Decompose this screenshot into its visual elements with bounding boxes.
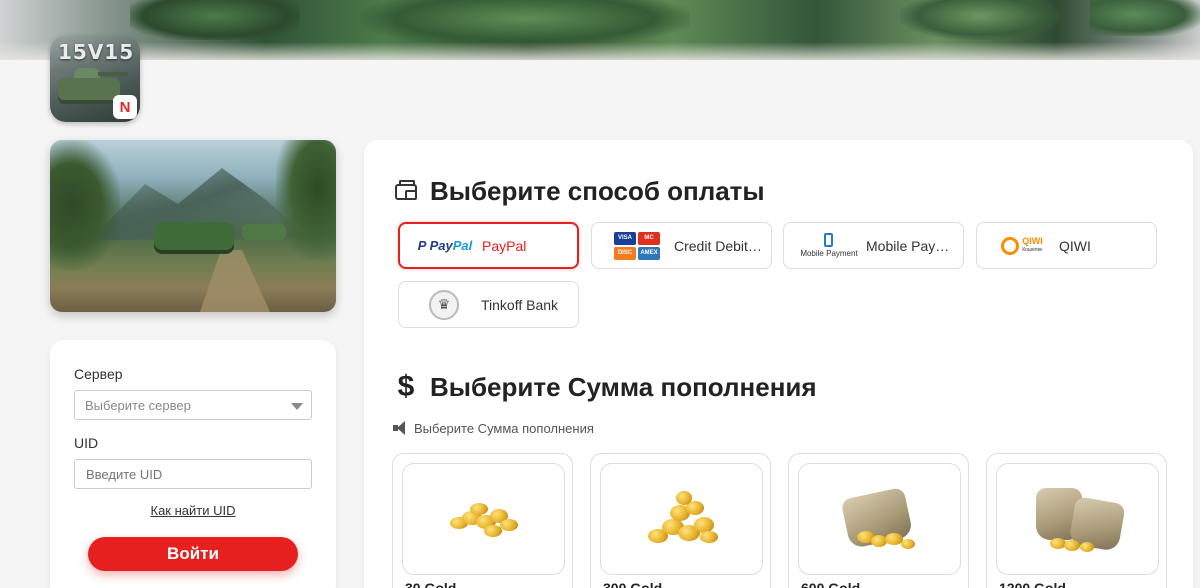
mobile-payment-logo: Mobile Payment	[800, 233, 858, 258]
gold-coins-icon	[642, 489, 722, 549]
gold-bags-image	[996, 463, 1159, 575]
game-app-icon[interactable]: 15V15 N	[50, 36, 140, 122]
server-select[interactable]: Выберите сервер	[74, 390, 312, 420]
amount-option-300[interactable]: 300 Gold	[590, 453, 771, 588]
amount-option-600[interactable]: 600 Gold	[788, 453, 969, 588]
gold-image	[600, 463, 763, 575]
amount-heading: $ Выберите Сумма пополнения	[392, 370, 817, 404]
payment-option-label: Mobile Pay…	[866, 237, 950, 254]
publisher-logo: N	[113, 95, 137, 119]
amount-label: 30 Gold	[405, 580, 457, 588]
amount-label: 300 Gold	[603, 580, 663, 588]
game-cover-image	[50, 140, 336, 312]
payment-option-credit-debit[interactable]: VISA MC DISC AMEX Credit Debit…	[591, 222, 772, 269]
gold-coins-icon	[446, 499, 522, 539]
phone-icon	[824, 233, 834, 247]
banner-tank	[360, 0, 690, 46]
amount-title: Выберите Сумма пополнения	[430, 371, 817, 402]
speaker-icon	[392, 420, 410, 436]
gold-bag-image	[798, 463, 961, 575]
login-button[interactable]: Войти	[88, 537, 298, 571]
payment-option-label: PayPal	[482, 237, 527, 254]
tinkoff-logo: ♛	[429, 289, 459, 320]
chevron-down-icon	[291, 403, 303, 410]
wallet-icon	[395, 180, 417, 200]
banner-tank	[130, 0, 300, 40]
payment-option-mobile-payment[interactable]: Mobile Payment Mobile Pay…	[783, 222, 964, 269]
amount-option-30[interactable]: 30 Gold	[392, 453, 573, 588]
app-icon-title: 15V15	[58, 40, 135, 64]
banner-tank	[1090, 0, 1200, 36]
payment-option-tinkoff[interactable]: ♛ Tinkoff Bank	[398, 281, 579, 328]
credit-cards-logo: VISA MC DISC AMEX	[614, 231, 660, 260]
paypal-logo: P PayPal	[417, 238, 473, 253]
uid-input[interactable]	[74, 459, 312, 489]
amount-hint-text: Выберите Сумма пополнения	[414, 420, 594, 436]
server-label: Сервер	[74, 366, 123, 382]
tank-icon	[58, 78, 120, 100]
header-banner	[0, 0, 1200, 60]
gold-image	[402, 463, 565, 575]
payment-option-paypal[interactable]: P PayPal PayPal	[398, 222, 579, 269]
find-uid-link[interactable]: Как найти UID	[50, 503, 336, 518]
payment-option-label: Credit Debit…	[674, 237, 762, 254]
gold-bag-icon	[835, 486, 925, 551]
banner-tank	[900, 0, 1060, 40]
payment-method-heading: Выберите способ оплаты	[392, 176, 765, 207]
server-select-value: Выберите сервер	[85, 398, 191, 413]
dollar-icon: $	[397, 370, 415, 403]
amount-hint: Выберите Сумма пополнения	[392, 420, 594, 436]
amount-option-1200[interactable]: 1200 Gold	[986, 453, 1167, 588]
qiwi-logo: QIWI Кошелек	[1001, 236, 1043, 255]
payment-option-label: Tinkoff Bank	[481, 296, 559, 313]
gold-bags-icon	[1032, 484, 1126, 554]
login-card: Сервер Выберите сервер UID Как найти UID…	[50, 340, 336, 588]
uid-label: UID	[74, 435, 99, 451]
amount-label: 600 Gold	[801, 580, 861, 588]
payment-method-title: Выберите способ оплаты	[430, 176, 765, 206]
amount-label: 1200 Gold	[999, 580, 1066, 588]
payment-option-qiwi[interactable]: QIWI Кошелек QIWI	[976, 222, 1157, 269]
payment-card: Выберите способ оплаты P PayPal PayPal V…	[364, 140, 1193, 588]
payment-option-label: QIWI	[1059, 237, 1091, 254]
